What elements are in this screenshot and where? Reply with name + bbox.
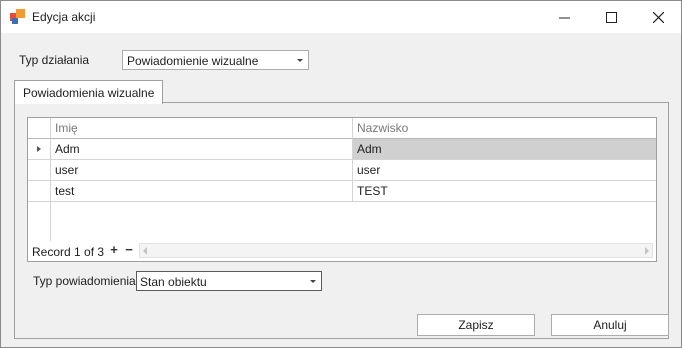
notification-type-dropdown[interactable]: Stan obiektu: [136, 271, 322, 291]
column-header-first-name[interactable]: Imię: [51, 118, 353, 139]
close-button[interactable]: [635, 1, 681, 33]
table-cell-first-name[interactable]: Adm: [51, 139, 353, 160]
cancel-button[interactable]: Anuluj: [551, 314, 669, 336]
save-button[interactable]: Zapisz: [417, 314, 535, 336]
title-bar: Edycja akcji: [1, 1, 681, 33]
notification-type-label: Typ powiadomienia: [33, 274, 136, 288]
maximize-icon: [605, 11, 617, 23]
edit-action-window: Edycja akcji Typ działania Powiadomienie…: [0, 0, 682, 348]
close-icon: [652, 11, 664, 23]
remove-record-button[interactable]: −: [122, 243, 136, 257]
row-indicator[interactable]: [28, 160, 51, 181]
row-indicator[interactable]: [28, 181, 51, 202]
add-record-button[interactable]: +: [107, 243, 121, 257]
data-navigator: Record 1 of 3 + −: [28, 241, 656, 261]
action-type-label: Typ działania: [19, 53, 90, 67]
scroll-right-icon[interactable]: [645, 247, 649, 255]
horizontal-scrollbar[interactable]: [139, 243, 653, 258]
table-cell-last-name[interactable]: user: [353, 160, 656, 181]
notification-type-value: Stan obiektu: [140, 275, 207, 289]
table-cell-last-name[interactable]: TEST: [353, 181, 656, 202]
minimize-icon: [558, 17, 570, 18]
empty-indicator-area: [28, 202, 51, 241]
row-indicator[interactable]: [28, 139, 51, 160]
tab-label: Powiadomienia wizualne: [23, 85, 155, 100]
chevron-down-icon: [297, 59, 303, 62]
action-type-dropdown[interactable]: Powiadomienie wizualne: [122, 50, 309, 70]
chevron-down-icon: [310, 280, 316, 283]
minimize-button[interactable]: [541, 1, 587, 33]
table-cell-first-name[interactable]: user: [51, 160, 353, 181]
window-title: Edycja akcji: [32, 10, 96, 24]
column-header-last-name[interactable]: Nazwisko: [353, 118, 656, 139]
scroll-left-icon[interactable]: [143, 247, 147, 255]
recipients-grid: Imię Nazwisko Adm Adm user user test TES…: [27, 117, 657, 262]
dialog-body: Typ działania Powiadomienie wizualne Pow…: [1, 33, 681, 347]
maximize-button[interactable]: [588, 1, 634, 33]
tab-visual-notifications[interactable]: Powiadomienia wizualne: [14, 80, 164, 104]
app-squares-icon: [10, 9, 26, 25]
header-indicator-cell: [28, 118, 51, 139]
current-row-arrow-icon: [37, 146, 41, 152]
table-cell-last-name[interactable]: Adm: [353, 139, 656, 160]
tab-page: Imię Nazwisko Adm Adm user user test TES…: [14, 102, 669, 339]
table-cell-first-name[interactable]: test: [51, 181, 353, 202]
record-counter: Record 1 of 3: [32, 245, 105, 259]
action-type-value: Powiadomienie wizualne: [127, 54, 259, 68]
